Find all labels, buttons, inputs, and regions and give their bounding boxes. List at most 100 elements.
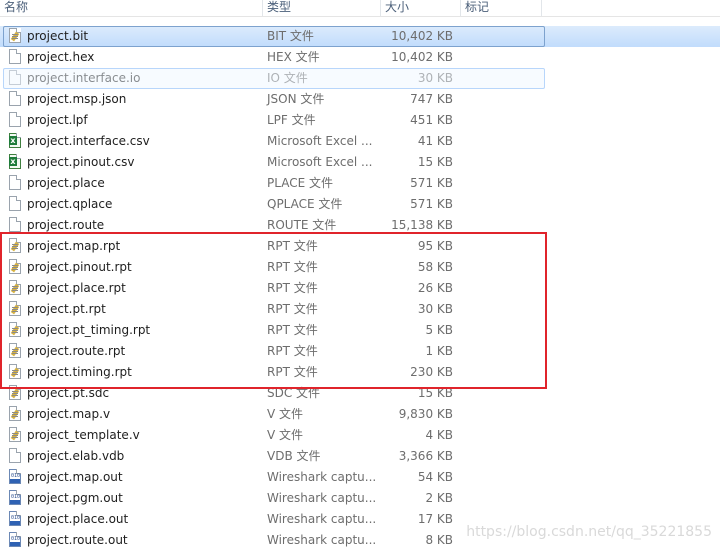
- file-row[interactable]: project.map.out Wireshark captu... 54 KB: [0, 467, 720, 488]
- file-type: Microsoft Excel ...: [267, 134, 373, 148]
- file-size: 747 KB: [410, 92, 453, 106]
- file-row[interactable]: project.interface.csv Microsoft Excel ...…: [0, 131, 720, 152]
- file-row[interactable]: project.timing.rpt RPT 文件 230 KB: [0, 362, 720, 383]
- file-size: 4 KB: [425, 428, 453, 442]
- file-row[interactable]: project.elab.vdb VDB 文件 3,366 KB: [0, 446, 720, 467]
- column-header-bar: 名称 类型 大小 标记: [0, 0, 720, 17]
- file-size: 15,138 KB: [391, 218, 453, 232]
- file-row[interactable]: project.map.rpt RPT 文件 95 KB: [0, 236, 720, 257]
- file-row[interactable]: project.hex HEX 文件 10,402 KB: [0, 47, 720, 68]
- document-icon: [9, 406, 21, 421]
- file-size: 10,402 KB: [391, 50, 453, 64]
- file-name: project.map.rpt: [27, 239, 121, 253]
- file-size: 230 KB: [410, 365, 453, 379]
- file-row[interactable]: project.pt_timing.rpt RPT 文件 5 KB: [0, 320, 720, 341]
- file-name: project.pt.rpt: [27, 302, 106, 316]
- blank-file-icon: [9, 217, 21, 232]
- blank-file-icon: [9, 175, 21, 190]
- file-type: V 文件: [267, 407, 304, 421]
- file-name: project.pt_timing.rpt: [27, 323, 151, 337]
- file-name: project.pgm.out: [27, 491, 123, 505]
- wireshark-file-icon: [9, 469, 21, 484]
- wireshark-file-icon: [9, 532, 21, 547]
- watermark-text: https://blog.csdn.net/qq_35221855: [466, 524, 712, 540]
- column-header-size-label: 大小: [385, 0, 410, 14]
- file-size: 26 KB: [417, 281, 453, 295]
- file-type: RPT 文件: [267, 365, 318, 379]
- file-name: project.route: [27, 218, 105, 232]
- file-row[interactable]: project.route ROUTE 文件 15,138 KB: [0, 215, 720, 236]
- document-icon: [9, 259, 21, 274]
- file-row[interactable]: project.interface.io IO 文件 30 KB: [0, 68, 720, 89]
- file-type: RPT 文件: [267, 323, 318, 337]
- document-icon: [9, 28, 21, 43]
- file-size: 41 KB: [417, 134, 453, 148]
- file-name: project.place.out: [27, 512, 129, 526]
- file-type: RPT 文件: [267, 239, 318, 253]
- file-row[interactable]: project.qplace QPLACE 文件 571 KB: [0, 194, 720, 215]
- file-row[interactable]: project.lpf LPF 文件 451 KB: [0, 110, 720, 131]
- column-header-type-label: 类型: [267, 0, 292, 14]
- file-name: project.lpf: [27, 113, 88, 127]
- excel-file-icon: [9, 133, 21, 148]
- file-name: project.msp.json: [27, 92, 127, 106]
- file-name: project.interface.io: [27, 71, 141, 85]
- file-type: IO 文件: [267, 71, 308, 85]
- file-type: V 文件: [267, 428, 304, 442]
- file-size: 9,830 KB: [398, 407, 453, 421]
- file-name: project_template.v: [27, 428, 140, 442]
- document-icon: [9, 385, 21, 400]
- file-type: RPT 文件: [267, 281, 318, 295]
- document-icon: [9, 364, 21, 379]
- file-size: 95 KB: [417, 239, 453, 253]
- file-row[interactable]: project.bit BIT 文件 10,402 KB: [0, 26, 720, 47]
- file-type: PLACE 文件: [267, 176, 333, 190]
- wireshark-file-icon: [9, 511, 21, 526]
- file-row[interactable]: project.pinout.rpt RPT 文件 58 KB: [0, 257, 720, 278]
- file-name: project.pt.sdc: [27, 386, 110, 400]
- blank-file-icon: [9, 112, 21, 127]
- file-row[interactable]: project.pt.rpt RPT 文件 30 KB: [0, 299, 720, 320]
- blank-file-icon: [9, 49, 21, 64]
- file-row[interactable]: project.place PLACE 文件 571 KB: [0, 173, 720, 194]
- excel-file-icon: [9, 154, 21, 169]
- column-header-type[interactable]: 类型: [263, 0, 380, 16]
- column-header-size[interactable]: 大小: [381, 0, 460, 16]
- column-header-tags[interactable]: 标记: [461, 0, 541, 16]
- file-size: 15 KB: [417, 386, 453, 400]
- file-row[interactable]: project.pgm.out Wireshark captu... 2 KB: [0, 488, 720, 509]
- file-row[interactable]: project_template.v V 文件 4 KB: [0, 425, 720, 446]
- file-name: project.route.out: [27, 533, 128, 547]
- file-size: 30 KB: [417, 302, 453, 316]
- file-type: Wireshark captu...: [267, 491, 377, 505]
- document-icon: [9, 427, 21, 442]
- file-row[interactable]: project.pinout.csv Microsoft Excel ... 15 …: [0, 152, 720, 173]
- file-row[interactable]: project.pt.sdc SDC 文件 15 KB: [0, 383, 720, 404]
- file-type: SDC 文件: [267, 386, 321, 400]
- file-type: QPLACE 文件: [267, 197, 343, 211]
- file-size: 54 KB: [417, 470, 453, 484]
- column-header-name[interactable]: 名称: [0, 0, 262, 16]
- file-size: 8 KB: [425, 533, 453, 547]
- file-row[interactable]: project.map.v V 文件 9,830 KB: [0, 404, 720, 425]
- file-size: 1 KB: [425, 344, 453, 358]
- column-divider[interactable]: [541, 0, 542, 16]
- blank-file-icon: [9, 196, 21, 211]
- file-name: project.bit: [27, 29, 89, 43]
- file-name: project.hex: [27, 50, 95, 64]
- file-type: JSON 文件: [267, 92, 325, 106]
- column-header-tags-label: 标记: [465, 0, 490, 14]
- file-size: 2 KB: [425, 491, 453, 505]
- file-size: 5 KB: [425, 323, 453, 337]
- file-type: RPT 文件: [267, 302, 318, 316]
- file-type: HEX 文件: [267, 50, 320, 64]
- document-icon: [9, 301, 21, 316]
- file-row[interactable]: project.route.rpt RPT 文件 1 KB: [0, 341, 720, 362]
- file-row[interactable]: project.place.rpt RPT 文件 26 KB: [0, 278, 720, 299]
- file-row[interactable]: project.msp.json JSON 文件 747 KB: [0, 89, 720, 110]
- file-type: ROUTE 文件: [267, 218, 337, 232]
- file-size: 30 KB: [417, 71, 453, 85]
- file-name: project.pinout.rpt: [27, 260, 132, 274]
- file-type: Wireshark captu...: [267, 512, 377, 526]
- file-name: project.qplace: [27, 197, 113, 211]
